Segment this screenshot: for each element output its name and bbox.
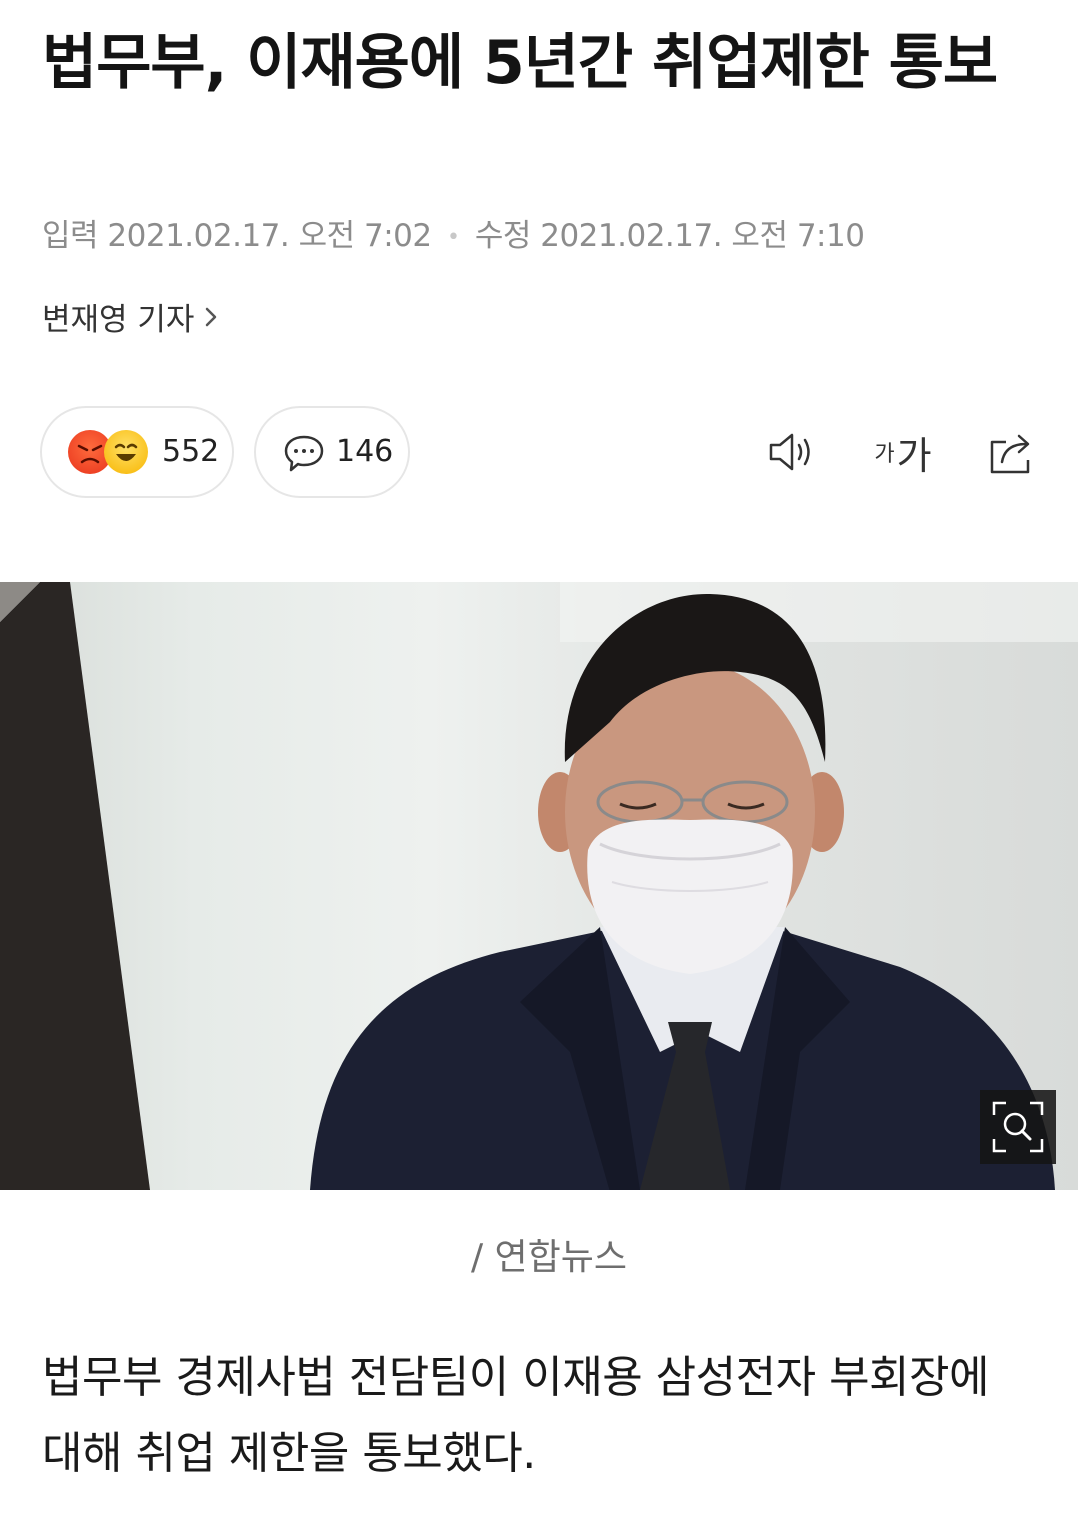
font-size-button[interactable]: 가 가	[868, 424, 938, 480]
listen-button[interactable]	[764, 424, 820, 480]
comment-button[interactable]: 146	[254, 406, 410, 498]
photo-caption: / 연합뉴스	[470, 1237, 628, 1278]
reaction-button[interactable]: 552	[40, 406, 234, 498]
share-icon	[990, 434, 1030, 474]
published-value: 2021.02.17. 오전 7:02	[107, 218, 432, 254]
article-headline: 법무부, 이재용에 5년간 취업제한 통보	[42, 28, 998, 98]
reporter-link[interactable]: 변재영 기자	[42, 294, 218, 339]
reporter-name: 변재영 기자	[42, 302, 195, 338]
comment-count: 146	[336, 434, 394, 469]
article-timestamps: 입력 2021.02.17. 오전 7:02 • 수정 2021.02.17. …	[42, 210, 865, 255]
font-size-small-glyph: 가	[874, 442, 895, 467]
magnifier-icon	[992, 1101, 1044, 1153]
modified-value: 2021.02.17. 오전 7:10	[540, 218, 865, 254]
modified-label: 수정	[474, 218, 532, 254]
photo-zoom-button[interactable]	[980, 1090, 1056, 1164]
published-label: 입력	[42, 218, 99, 254]
laughing-face-icon	[104, 430, 148, 474]
meta-separator: •	[446, 225, 460, 250]
article-photo[interactable]	[0, 582, 1078, 1190]
font-size-large-glyph: 가	[896, 433, 932, 478]
share-button[interactable]	[984, 424, 1040, 480]
photo-illustration	[0, 582, 1078, 1190]
chevron-right-icon	[206, 307, 217, 326]
speaker-icon	[769, 433, 810, 471]
speech-bubble-icon	[284, 435, 324, 472]
article-body: 법무부 경제사법 전담팀이 이재용 삼성전자 부회장에 대해 취업 제한을 통보…	[42, 1352, 990, 1479]
reaction-count: 552	[162, 434, 220, 469]
